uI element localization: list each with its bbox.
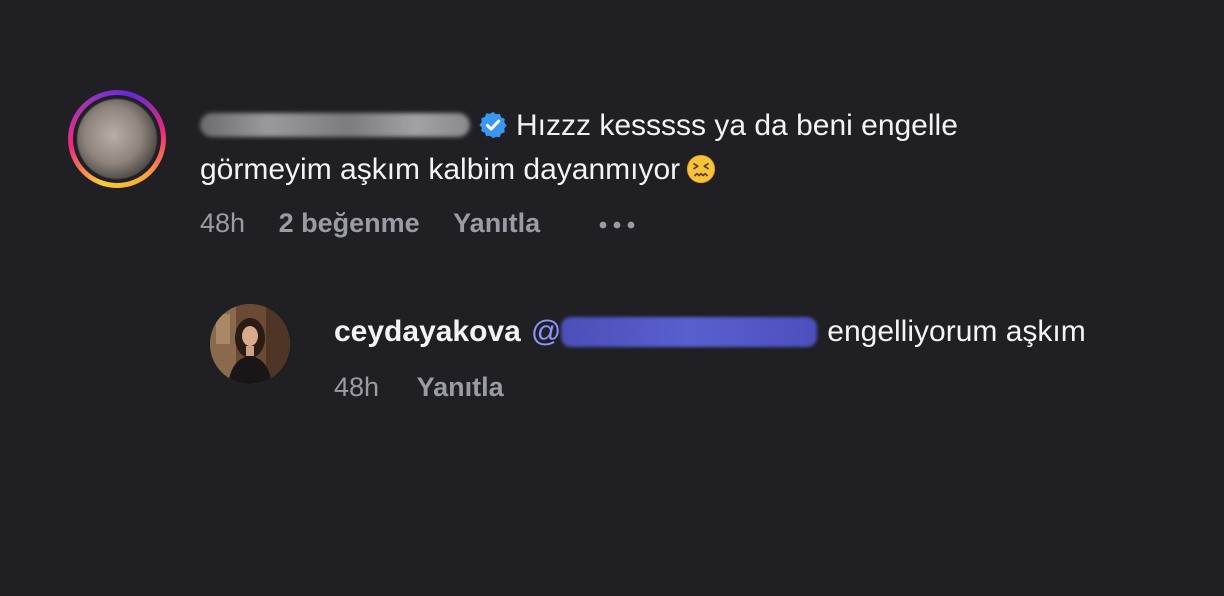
reply-username[interactable]: ceydayakova bbox=[334, 315, 521, 348]
avatar-photo bbox=[210, 304, 290, 384]
mention-prefix[interactable]: @ bbox=[531, 315, 561, 348]
reply-avatar[interactable] bbox=[210, 304, 290, 384]
reply-meta: 48h Yanıtla bbox=[334, 372, 534, 403]
avatar-photo bbox=[77, 99, 157, 179]
commenter-avatar[interactable] bbox=[68, 90, 166, 188]
redacted-mention[interactable] bbox=[561, 317, 818, 347]
confounded-face-emoji-icon bbox=[687, 154, 716, 184]
comment-text: Hızzz kesssss ya da beni engelle görmeyi… bbox=[200, 104, 1160, 192]
reply-reply-button[interactable]: Yanıtla bbox=[417, 372, 504, 402]
comment-line-2: görmeyim aşkım kalbim dayanmıyor bbox=[200, 153, 681, 186]
reply-text: ceydayakova @ engelliyorum aşkım bbox=[334, 310, 1086, 354]
likes-count-link[interactable]: 2 beğenme bbox=[279, 208, 420, 238]
comment-line-1: Hızzz kesssss ya da beni engelle bbox=[516, 109, 958, 142]
reply-button[interactable]: Yanıtla bbox=[453, 208, 540, 238]
ellipsis-icon[interactable] bbox=[598, 220, 638, 230]
reply-body: engelliyorum aşkım bbox=[827, 315, 1086, 348]
comments-panel: Hızzz kesssss ya da beni engelle görmeyi… bbox=[0, 0, 1224, 596]
comment-meta: 48h 2 beğenme Yanıtla bbox=[200, 208, 638, 239]
redacted-username[interactable] bbox=[200, 113, 470, 137]
comment-time: 48h bbox=[200, 208, 246, 238]
verified-badge-icon bbox=[479, 111, 507, 139]
reply-time: 48h bbox=[334, 372, 380, 402]
